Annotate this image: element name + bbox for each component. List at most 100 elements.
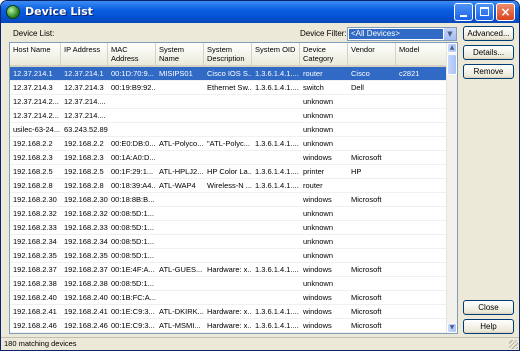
table-cell: HP <box>351 167 362 176</box>
table-cell <box>252 207 300 220</box>
table-row[interactable]: 192.168.2.40 192.168.2.40 00:1B:FC:A... win… <box>10 291 448 305</box>
table-row[interactable]: 192.168.2.37 192.168.2.37 00:1E:4F:A... ATL… <box>10 263 448 277</box>
table-cell: router <box>303 69 323 78</box>
table-cell: Microsoft <box>351 265 382 274</box>
remove-button[interactable]: Remove <box>463 64 514 79</box>
table-cell: 192.168.2.41 <box>64 307 108 316</box>
table-cell <box>204 123 252 136</box>
table-cell <box>396 193 448 206</box>
table-cell: 00:08:5D:1... <box>111 237 154 246</box>
advanced-button[interactable]: Advanced... <box>463 26 514 41</box>
device-filter-dropdown[interactable]: <All Devices> ▼ <box>347 27 457 41</box>
table-cell: 00:1D:70:9... <box>111 69 154 78</box>
column-header-system-description[interactable]: System Description <box>204 43 252 65</box>
table-row[interactable]: 192.168.2.46 192.168.2.46 00:1E:C9:3... ATL… <box>10 319 448 333</box>
table-cell: router <box>303 181 323 190</box>
table-cell <box>396 151 448 164</box>
table-cell: unknown <box>303 125 334 134</box>
table-cell: 192.168.2.40 <box>64 293 108 302</box>
table-cell <box>252 221 300 234</box>
device-filter-value: <All Devices> <box>349 29 443 39</box>
table-cell: 192.168.2.38 <box>64 279 108 288</box>
table-cell <box>204 291 252 304</box>
scroll-up-icon[interactable]: ▲ <box>447 43 457 53</box>
table-cell: 192.168.2.46 <box>13 321 57 330</box>
table-cell <box>108 95 156 108</box>
table-cell <box>348 249 396 262</box>
details-button[interactable]: Details... <box>463 45 514 60</box>
table-cell <box>204 277 252 290</box>
table-cell: 12.37.214.... <box>64 97 106 106</box>
table-cell: Dell <box>351 83 364 92</box>
resize-grip-icon[interactable] <box>509 340 518 349</box>
title-bar[interactable]: Device List × <box>1 1 519 23</box>
table-cell <box>156 95 204 108</box>
table-cell: ATL-Polyco... <box>159 139 204 148</box>
table-row[interactable]: 192.168.2.38 192.168.2.38 00:08:5D:1... unk… <box>10 277 448 291</box>
table-row[interactable]: 12.37.214.1 12.37.214.1 00:1D:70:9... MISIP… <box>10 67 448 81</box>
table-cell <box>156 235 204 248</box>
window-title: Device List <box>25 5 93 18</box>
table-cell: Microsoft <box>351 153 382 162</box>
column-header-mac-address[interactable]: MAC Address <box>108 43 156 65</box>
table-row[interactable]: 192.168.2.34 192.168.2.34 00:08:5D:1... unk… <box>10 235 448 249</box>
table-row[interactable]: 12.37.214.3 12.37.214.3 00:19:B9:92... Ethe… <box>10 81 448 95</box>
minimize-button[interactable] <box>454 3 473 21</box>
table-row[interactable]: 12.37.214.2... 12.37.214.... unknown <box>10 109 448 123</box>
chevron-down-icon[interactable]: ▼ <box>443 28 456 40</box>
table-cell: Microsoft <box>351 321 382 330</box>
column-header-device-category[interactable]: Device Category <box>300 43 348 65</box>
help-button[interactable]: Help <box>463 319 514 334</box>
table-cell: 1.3.6.1.4.1.... <box>255 307 299 316</box>
column-header-host-name[interactable]: Host Name <box>10 43 61 65</box>
table-cell: unknown <box>303 279 334 288</box>
table-cell: 1.3.6.1.4.1.... <box>255 139 299 148</box>
table-cell <box>204 151 252 164</box>
scroll-down-icon[interactable]: ▼ <box>447 323 457 333</box>
column-header-system-oid[interactable]: System OID <box>252 43 300 65</box>
table-cell <box>204 109 252 122</box>
close-button[interactable]: Close <box>463 300 514 315</box>
close-window-button[interactable]: × <box>496 3 515 21</box>
column-header-system-name[interactable]: System Name <box>156 43 204 65</box>
table-cell: ATL-MSMI... <box>159 321 201 330</box>
vertical-scrollbar[interactable]: ▲ ▼ <box>446 43 457 333</box>
table-cell <box>396 137 448 150</box>
table-cell <box>252 123 300 136</box>
table-row[interactable]: 192.168.2.41 192.168.2.41 00:1E:C9:3... ATL… <box>10 305 448 319</box>
table-cell: 192.168.2.35 <box>64 251 108 260</box>
table-row[interactable]: usilec-63-24... 63.243.52.89 unknown <box>10 123 448 137</box>
table-cell: unknown <box>303 97 334 106</box>
table-row[interactable]: 192.168.2.30 192.168.2.30 00:18:8B:B... win… <box>10 193 448 207</box>
table-cell: Cisco <box>351 69 370 78</box>
table-row[interactable]: 192.168.2.2 192.168.2.2 00:E0:DB:0... ATL-P… <box>10 137 448 151</box>
table-cell: 63.243.52.89 <box>64 125 108 134</box>
table-cell <box>396 179 448 192</box>
table-cell <box>252 109 300 122</box>
table-cell: unknown <box>303 223 334 232</box>
table-row[interactable]: 192.168.2.32 192.168.2.32 00:08:5D:1... unk… <box>10 207 448 221</box>
table-cell <box>204 249 252 262</box>
table-row[interactable]: 192.168.2.5 192.168.2.5 00:1F:29:1... ATL-H… <box>10 165 448 179</box>
table-cell <box>348 137 396 150</box>
column-header-ip-address[interactable]: IP Address <box>61 43 108 65</box>
table-row[interactable]: 192.168.2.3 192.168.2.3 00:1A:A0:D... windo… <box>10 151 448 165</box>
table-row[interactable]: 12.37.214.2... 12.37.214.... unknown <box>10 95 448 109</box>
table-cell <box>348 235 396 248</box>
table-cell <box>396 277 448 290</box>
table-cell: 1.3.6.1.4.1.... <box>255 181 299 190</box>
table-row[interactable]: 192.168.2.8 192.168.2.8 00:18:39:A4... ATL-… <box>10 179 448 193</box>
column-header-model[interactable]: Model <box>396 43 448 65</box>
table-cell <box>348 95 396 108</box>
table-cell <box>396 207 448 220</box>
scroll-thumb[interactable] <box>447 54 457 75</box>
table-cell: printer <box>303 167 325 176</box>
table-cell: HP Color La... <box>207 167 252 176</box>
device-list-table[interactable]: Host Name IP Address MAC Address System … <box>9 42 458 334</box>
close-icon: × <box>500 5 511 19</box>
table-row[interactable]: 192.168.2.33 192.168.2.33 00:08:5D:1... unk… <box>10 221 448 235</box>
table-row[interactable]: 192.168.2.35 192.168.2.35 00:08:5D:1... unk… <box>10 249 448 263</box>
table-cell: 12.37.214.3 <box>64 83 104 92</box>
maximize-button[interactable] <box>475 3 494 21</box>
column-header-vendor[interactable]: Vendor <box>348 43 396 65</box>
